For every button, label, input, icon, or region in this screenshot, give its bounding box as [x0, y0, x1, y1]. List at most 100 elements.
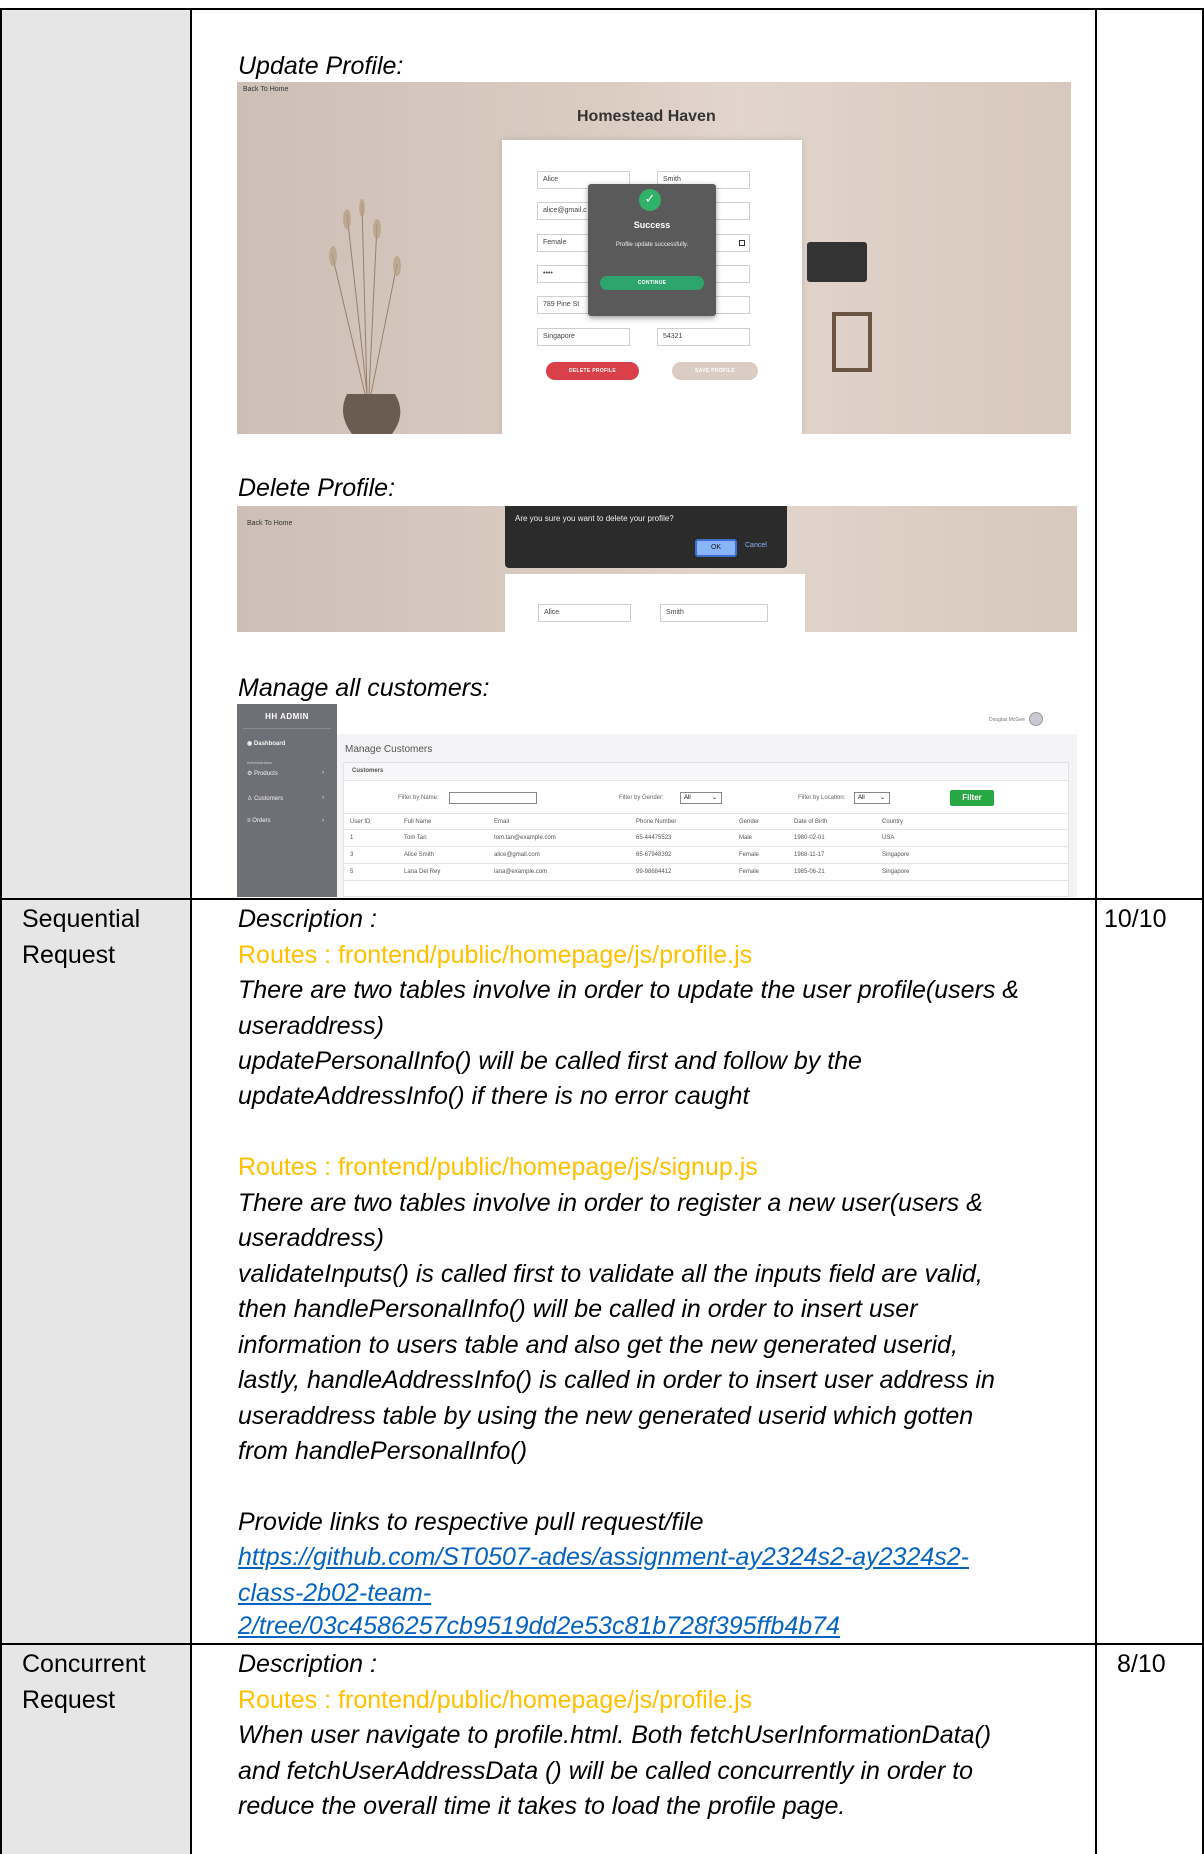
- paragraph-line: There are two tables involve in order to…: [238, 1189, 983, 1217]
- save-profile-button[interactable]: SAVE PROFILE: [672, 362, 758, 380]
- table-cell: 65-67948392: [636, 852, 672, 858]
- table-cell: Tom Tan: [404, 835, 427, 841]
- chevron-down-icon: ⌄: [879, 795, 885, 801]
- filter-location-select[interactable]: All ⌄: [854, 792, 890, 804]
- card-title: Customers: [352, 768, 384, 774]
- card-header: Customers: [344, 763, 1068, 781]
- table-row[interactable]: 3 Alice Smith alice@gmail.com 65-6794839…: [344, 847, 1068, 864]
- chevron-right-icon: ›: [322, 770, 324, 776]
- sidebar-item-customers[interactable]: ♙ Customers ›: [247, 795, 324, 802]
- paragraph-line: When user navigate to profile.html. Both…: [238, 1721, 992, 1749]
- dialog-message: Profile update successfully.: [615, 242, 689, 248]
- profile-form-card: Alice Smith: [505, 574, 805, 632]
- table-cell: 5: [350, 869, 354, 875]
- table-cell: Lana Del Rey: [404, 869, 441, 875]
- table-cell: 3: [350, 852, 354, 858]
- table-cell: lana@example.com: [494, 869, 548, 875]
- github-link-line1[interactable]: https://github.com/ST0507-ades/assignmen…: [238, 1539, 969, 1575]
- sidebar-item-label: Dashboard: [253, 741, 286, 747]
- first-name-field[interactable]: Alice: [538, 604, 631, 622]
- table-cell: Singapore: [882, 852, 910, 858]
- paragraph-line: useraddress): [238, 1224, 384, 1252]
- table-row[interactable]: 1 Tom Tan tom.tan@example.com 65-4447552…: [344, 830, 1068, 847]
- products-icon: ⚙: [247, 771, 253, 777]
- paragraph-line: updatePersonalInfo() will be called firs…: [238, 1047, 862, 1075]
- furniture-decoration: [807, 242, 867, 282]
- check-icon: ✓: [639, 189, 661, 211]
- sidebar-item-dashboard[interactable]: ◉ Dashboard: [247, 740, 285, 747]
- chevron-right-icon: ›: [322, 818, 324, 824]
- paragraph-line: useraddress): [238, 1012, 384, 1040]
- delete-profile-screenshot: Back To Home Are you sure you want to de…: [237, 506, 1077, 632]
- ok-button[interactable]: OK: [695, 539, 737, 557]
- avatar[interactable]: [1029, 712, 1043, 726]
- sidebar-item-label: Orders: [252, 818, 271, 824]
- table-cell: Male: [739, 835, 753, 841]
- table-border-top: [0, 8, 1204, 10]
- select-value: All: [684, 795, 691, 801]
- route-profile-js: Routes : frontend/public/homepage/js/pro…: [238, 941, 753, 969]
- links-label: Provide links to respective pull request…: [238, 1508, 704, 1536]
- last-name-field[interactable]: Smith: [660, 604, 768, 622]
- filter-gender-select[interactable]: All ⌄: [680, 792, 722, 804]
- filter-name-label: Filter by Name:: [398, 795, 439, 801]
- sidebar-divider: [243, 728, 331, 729]
- filter-name-input[interactable]: [449, 792, 537, 804]
- postal-code-field[interactable]: 54321: [657, 328, 750, 346]
- sidebar-item-orders[interactable]: ≡ Orders ›: [247, 818, 324, 824]
- table-header-row: User ID Full Name Email Phone Number Gen…: [344, 813, 1068, 830]
- vase-decoration: [329, 199, 401, 434]
- back-to-home-link[interactable]: Back To Home: [247, 520, 292, 527]
- paragraph-line: useraddress table by using the new gener…: [238, 1402, 974, 1430]
- success-dialog: ✓ Success Profile update successfully. C…: [588, 184, 716, 316]
- paragraph-line: validateInputs() is called first to vali…: [238, 1260, 983, 1288]
- dashboard-icon: ◉: [247, 741, 253, 747]
- chevron-down-icon: ⌄: [711, 795, 717, 801]
- delete-profile-button[interactable]: DELETE PROFILE: [546, 362, 639, 380]
- table-header-cell: Phone Number: [636, 819, 677, 825]
- chevron-right-icon: ›: [322, 795, 324, 801]
- paragraph-line: reduce the overall time it takes to load…: [238, 1792, 846, 1820]
- furniture-shelf: [832, 312, 872, 372]
- table-cell: alice@gmail.com: [494, 852, 540, 858]
- table-border-col2: [1095, 8, 1097, 1854]
- update-profile-heading: Update Profile:: [238, 52, 404, 80]
- table-cell: 1: [350, 835, 354, 841]
- table-cell: USA: [882, 835, 895, 841]
- country-field[interactable]: Singapore: [537, 328, 630, 346]
- table-row[interactable]: 5 Lana Del Rey lana@example.com 99-98684…: [344, 864, 1068, 881]
- dialog-title: Success: [633, 220, 671, 230]
- description-label: Description :: [238, 905, 377, 933]
- sidebar-section-label: Administration: [247, 760, 273, 765]
- table-border-col1: [190, 8, 192, 1854]
- table-cell: Singapore: [882, 869, 910, 875]
- github-link-line2[interactable]: class-2b02-team-: [238, 1575, 431, 1611]
- sidebar-item-label: Products: [254, 771, 278, 777]
- customers-table: User ID Full Name Email Phone Number Gen…: [344, 813, 1068, 897]
- sidebar-item-products[interactable]: ⚙ Products ›: [247, 770, 324, 777]
- filter-button[interactable]: Filter: [950, 790, 994, 806]
- continue-button[interactable]: CONTINUE: [600, 276, 704, 290]
- customers-card: Customers Filter by Name: Filter by Gend…: [343, 762, 1069, 897]
- table-cell: 1985-06-21: [794, 869, 825, 875]
- orders-icon: ≡: [247, 818, 251, 824]
- route-profile-js: Routes : frontend/public/homepage/js/pro…: [238, 1686, 753, 1714]
- table-border-left: [0, 8, 2, 1854]
- admin-sidebar: HH ADMIN ◉ Dashboard Administration ⚙ Pr…: [237, 704, 337, 897]
- cancel-button[interactable]: Cancel: [745, 542, 767, 549]
- customers-icon: ♙: [247, 796, 253, 802]
- table-header-cell: Date of Birth: [794, 819, 828, 825]
- confirm-dialog: Are you sure you want to delete your pro…: [505, 506, 787, 568]
- filter-gender-label: Filter by Gender:: [619, 795, 664, 801]
- table-cell: Alice Smith: [404, 852, 435, 858]
- github-link-line3[interactable]: 2/tree/03c4586257cb9519dd2e53c81b728f395…: [238, 1608, 840, 1644]
- user-name[interactable]: Douglas McGee: [989, 717, 1025, 723]
- description-label: Description :: [238, 1650, 377, 1678]
- paragraph-line: then handlePersonalInfo() will be called…: [238, 1295, 918, 1323]
- table-cell: Female: [739, 869, 760, 875]
- calendar-icon[interactable]: [739, 240, 745, 246]
- manage-customers-heading: Manage all customers:: [238, 674, 490, 702]
- table-header-cell: Gender: [739, 819, 760, 825]
- score-sequential: 10/10: [1104, 905, 1167, 933]
- back-to-home-link[interactable]: Back To Home: [243, 86, 288, 93]
